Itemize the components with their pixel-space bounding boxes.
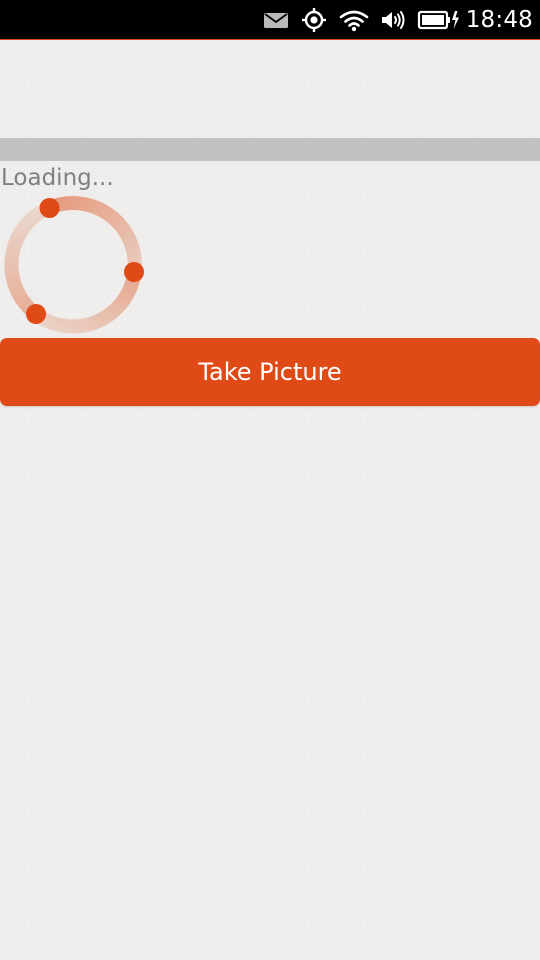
mail-icon <box>264 13 288 28</box>
status-time: 18:48 <box>465 7 533 33</box>
header-area <box>0 41 540 138</box>
battery-charging-icon <box>417 10 459 30</box>
separator-bar <box>0 138 540 161</box>
volume-icon <box>382 11 405 29</box>
location-icon <box>302 8 326 32</box>
wifi-icon <box>339 10 369 32</box>
take-picture-button[interactable]: Take Picture <box>0 338 540 406</box>
status-bar: 18:48 <box>0 0 540 40</box>
loading-label: Loading... <box>1 165 114 191</box>
activity-spinner-icon <box>4 196 144 334</box>
